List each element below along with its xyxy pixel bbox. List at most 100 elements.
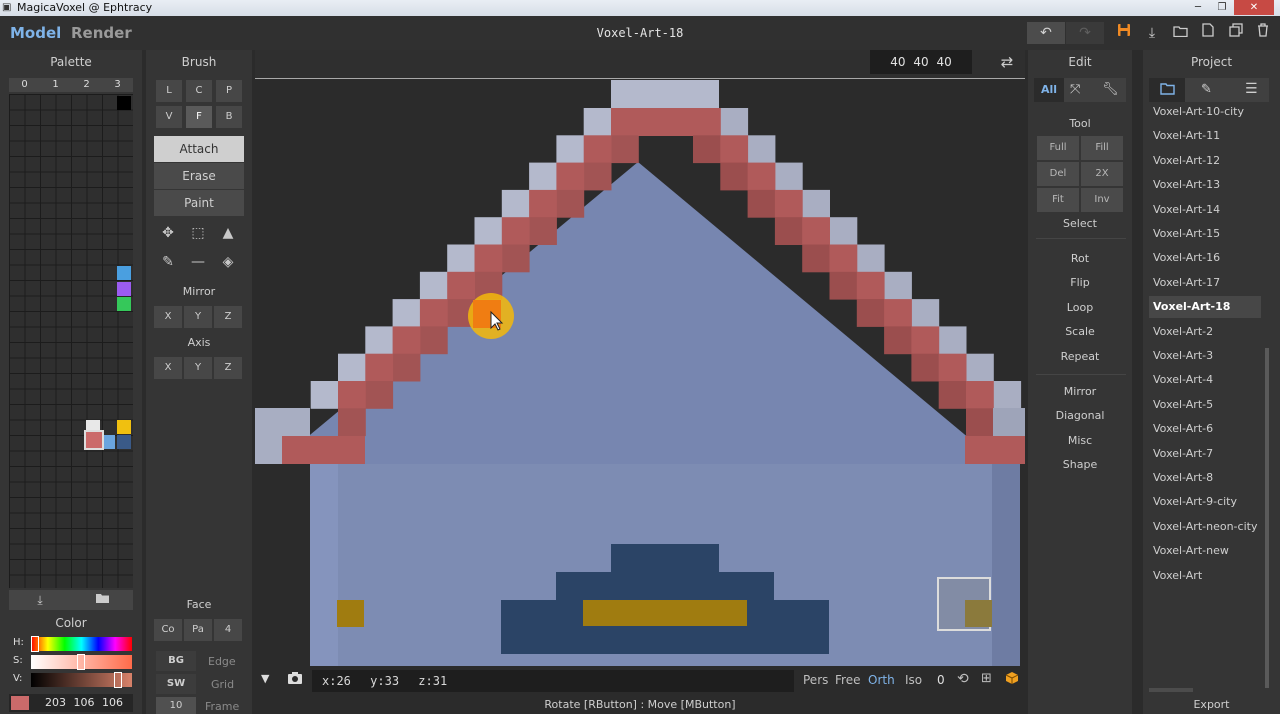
undo-icon[interactable]: ↶ (1027, 22, 1065, 44)
palette-swatch[interactable] (117, 297, 131, 311)
mirror-button[interactable]: Mirror (1028, 385, 1132, 398)
project-item[interactable]: Voxel-Art-4 (1149, 369, 1261, 391)
axis-z-button[interactable]: Z (214, 357, 242, 379)
hue-knob[interactable] (31, 636, 39, 652)
voxel-canvas[interactable] (255, 80, 1025, 666)
project-hscroll[interactable] (1149, 688, 1193, 692)
mirror-z-button[interactable]: Z (214, 306, 242, 328)
brush-mode-voxel[interactable]: V (156, 106, 182, 128)
download-icon[interactable]: ⤓ (1139, 22, 1165, 44)
project-item[interactable]: Voxel-Art-8 (1149, 467, 1261, 489)
project-item[interactable]: Voxel-Art-5 (1149, 394, 1261, 416)
axis-y-button[interactable]: Y (184, 357, 212, 379)
repeat-button[interactable]: Repeat (1028, 350, 1132, 363)
brush-mode-pattern[interactable]: P (216, 80, 242, 102)
view-orth-button[interactable]: Orth (868, 673, 895, 687)
select-box-icon[interactable]: ⬚ (185, 220, 211, 246)
paint-button[interactable]: Paint (154, 190, 244, 216)
palette-swatch[interactable] (117, 266, 131, 280)
project-item[interactable]: Voxel-Art-18 (1149, 296, 1261, 319)
reset-view-icon[interactable]: ⟲ (957, 671, 969, 687)
palette-folder-icon[interactable] (71, 590, 133, 610)
project-item[interactable]: Voxel-Art-14 (1149, 199, 1261, 221)
grid-toggle[interactable]: Grid (211, 678, 234, 691)
palette-swatch[interactable] (117, 282, 131, 296)
tool-inv-button[interactable]: Inv (1081, 188, 1123, 212)
export-button[interactable]: Export (1143, 698, 1280, 711)
view-free-button[interactable]: Free (835, 673, 860, 687)
rot-button[interactable]: Rot (1028, 252, 1132, 265)
saturation-slider[interactable]: S: (9, 654, 133, 670)
project-item[interactable]: Voxel-Art-17 (1149, 272, 1261, 294)
palette-grid[interactable] (9, 94, 133, 588)
select-button[interactable]: Select (1028, 217, 1132, 230)
value-knob[interactable] (114, 672, 122, 688)
palette-tab-3[interactable]: 3 (102, 78, 133, 92)
face-count-button[interactable]: 4 (214, 619, 242, 641)
rgb-values[interactable]: 203 106 106 (45, 696, 123, 709)
face-color-button[interactable]: Co (154, 619, 182, 641)
hue-slider[interactable]: H: (9, 636, 133, 652)
dropdown-arrow-icon[interactable]: ▼ (261, 672, 269, 685)
project-item[interactable]: Voxel-Art-neon-city (1149, 516, 1261, 538)
list-icon[interactable]: ☰ (1245, 81, 1258, 97)
bg-toggle[interactable]: BG (156, 651, 196, 671)
redo-icon[interactable]: ↷ (1066, 22, 1104, 44)
project-item[interactable]: Voxel-Art-12 (1149, 150, 1261, 172)
paint-bucket-icon[interactable]: ◈ (215, 249, 241, 275)
line-icon[interactable]: — (185, 249, 211, 275)
palette-selected-swatch[interactable] (84, 430, 104, 450)
mirror-y-button[interactable]: Y (184, 306, 212, 328)
flip-button[interactable]: Flip (1028, 276, 1132, 289)
edge-toggle[interactable]: Edge (208, 655, 236, 668)
transform-icon[interactable]: ⤧ (1070, 82, 1080, 97)
palette-tab-1[interactable]: 1 (40, 78, 71, 92)
palette-swatch[interactable] (117, 420, 131, 434)
project-item[interactable]: Voxel-Art-7 (1149, 443, 1261, 465)
tool-fit-button[interactable]: Fit (1037, 188, 1079, 212)
view-pers-button[interactable]: Pers (803, 673, 828, 687)
value-slider[interactable]: V: (9, 672, 133, 688)
project-item[interactable]: Voxel-Art-13 (1149, 174, 1261, 196)
palette-swatch[interactable] (117, 96, 131, 110)
project-item[interactable]: Voxel-Art-3 (1149, 345, 1261, 367)
project-folder-icon[interactable] (1149, 78, 1185, 102)
copy-icon[interactable] (1223, 22, 1249, 44)
project-item[interactable]: Voxel-Art-6 (1149, 418, 1261, 440)
shape-button[interactable]: Shape (1028, 458, 1132, 471)
pick-shape-icon[interactable]: ▲ (215, 220, 241, 246)
palette-tab-2[interactable]: 2 (71, 78, 102, 92)
loop-button[interactable]: Loop (1028, 301, 1132, 314)
camera-icon[interactable] (287, 671, 303, 688)
view-angle-value[interactable]: 0 (937, 673, 945, 687)
palette-tab-0[interactable]: 0 (9, 78, 40, 92)
project-item[interactable]: Voxel-Art-new (1149, 540, 1261, 562)
palette-swatch[interactable] (117, 435, 131, 449)
frame-value[interactable]: 10 (156, 697, 196, 714)
project-item[interactable]: Voxel-Art-2 (1149, 321, 1261, 343)
project-item[interactable]: Voxel-Art-10-city (1149, 101, 1261, 123)
wrench-icon[interactable]: 🔧︎ (1102, 82, 1119, 97)
viewport[interactable]: 40 40 40 ⇄ ▼ x:26 y:33 z:31 Pers Free Or… (255, 50, 1025, 714)
brush-mode-center[interactable]: C (186, 80, 212, 102)
brush-mode-face[interactable]: F (186, 106, 212, 128)
tab-model[interactable]: Model (10, 24, 61, 42)
scale-button[interactable]: Scale (1028, 325, 1132, 338)
project-item[interactable]: Voxel-Art-9-city (1149, 491, 1261, 513)
project-scrollbar[interactable] (1265, 348, 1269, 688)
rgb-readout[interactable]: 203 106 106 (9, 694, 133, 712)
edit-tab-all[interactable]: All (1034, 78, 1064, 102)
open-folder-icon[interactable] (1167, 22, 1193, 44)
erase-button[interactable]: Erase (154, 163, 244, 189)
face-palette-button[interactable]: Pa (184, 619, 212, 641)
model-dimensions[interactable]: 40 40 40 (870, 50, 972, 74)
tab-render[interactable]: Render (71, 24, 132, 42)
axis-x-button[interactable]: X (154, 357, 182, 379)
mirror-x-button[interactable]: X (154, 306, 182, 328)
tool-fill-button[interactable]: Fill (1081, 136, 1123, 160)
misc-button[interactable]: Misc (1028, 434, 1132, 447)
brush-mode-line[interactable]: L (156, 80, 182, 102)
attach-button[interactable]: Attach (154, 136, 244, 162)
brush-mode-box[interactable]: B (216, 106, 242, 128)
brush-icon[interactable]: ✎ (1201, 82, 1212, 97)
